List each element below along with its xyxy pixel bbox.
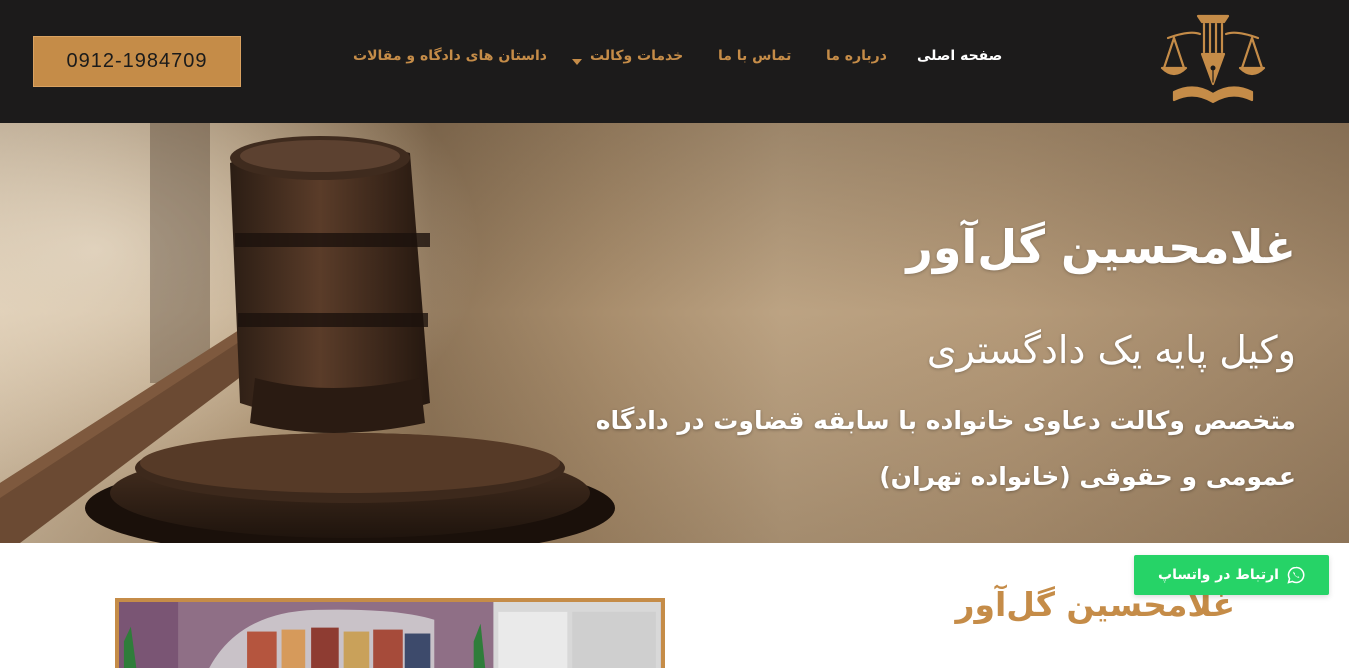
- site-header: 0912-1984709 داستان های دادگاه و مقالات …: [0, 0, 1349, 123]
- chevron-down-icon[interactable]: [572, 59, 582, 65]
- nav-item-stories[interactable]: داستان های دادگاه و مقالات: [353, 48, 547, 72]
- hero-description: متخصص وکالت دعاوی خانواده با سابقه قضاوت…: [595, 406, 1296, 491]
- logo-scales-icon[interactable]: [1160, 12, 1266, 106]
- office-photo-image: [119, 602, 661, 668]
- nav-item-services[interactable]: خدمات وکالت: [590, 48, 683, 72]
- hero-subtitle: وکیل پایه یک دادگستری: [926, 328, 1296, 372]
- nav-item-contact[interactable]: تماس با ما: [718, 48, 791, 72]
- whatsapp-icon: [1287, 566, 1305, 584]
- whatsapp-button[interactable]: ارتباط در واتساپ: [1134, 555, 1329, 595]
- office-photo: [115, 598, 665, 668]
- nav-item-about[interactable]: درباره ما: [826, 48, 887, 72]
- hero-banner: غلامحسین گل‌آور وکیل پایه یک دادگستری مت…: [0, 123, 1349, 543]
- phone-button[interactable]: 0912-1984709: [33, 36, 241, 87]
- hero-lawyer-name: غلامحسین گل‌آور: [906, 220, 1296, 274]
- nav-item-home[interactable]: صفحه اصلی: [917, 48, 1002, 72]
- whatsapp-label: ارتباط در واتساپ: [1158, 567, 1279, 583]
